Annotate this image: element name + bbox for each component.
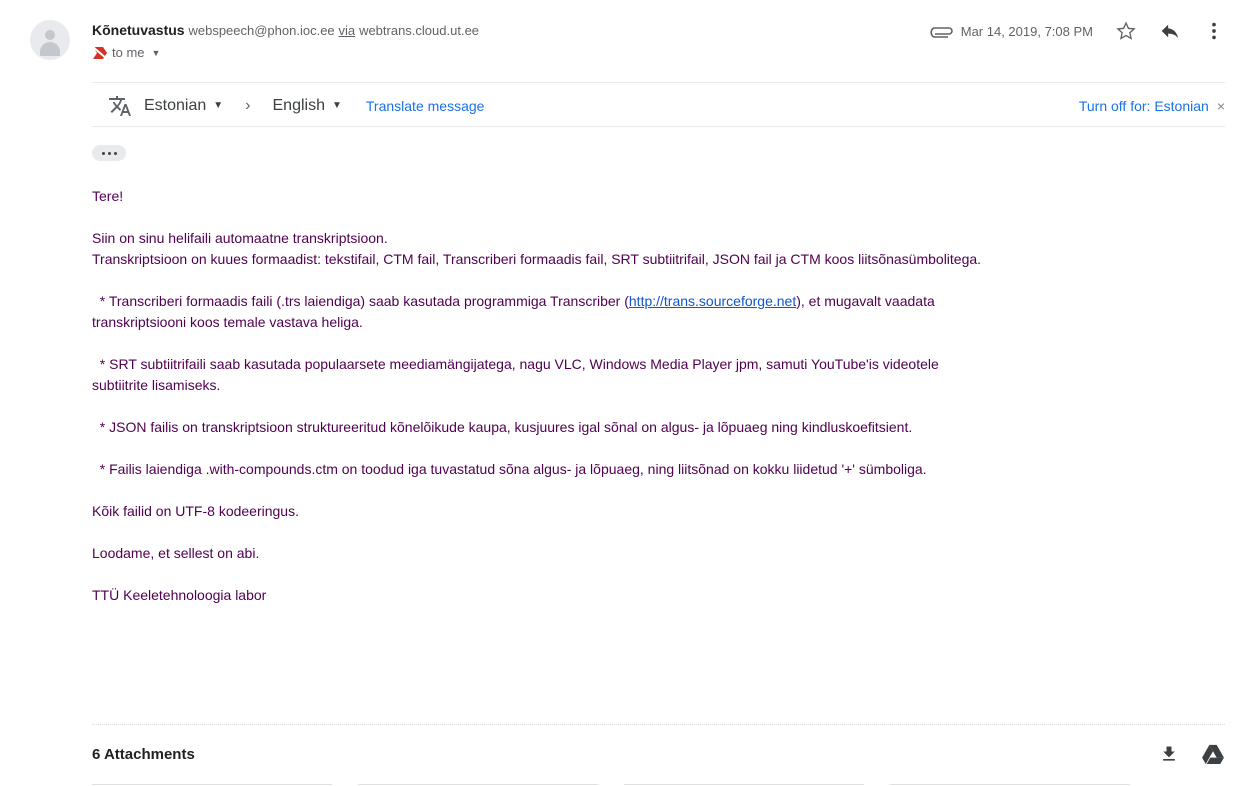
dot bbox=[101, 151, 105, 155]
translate-bar: Estonian ▼ › English ▼ Translate message… bbox=[92, 82, 1225, 127]
sender-line: Kõnetuvastus webspeech@phon.ioc.ee via w… bbox=[92, 21, 479, 40]
bullet-continuation: transkriptsiooni koos temale vastava hel… bbox=[92, 314, 363, 330]
via-link[interactable]: via bbox=[339, 23, 356, 38]
greeting: Tere! bbox=[92, 188, 124, 204]
dot bbox=[113, 151, 117, 155]
sender-avatar[interactable] bbox=[30, 20, 70, 60]
transcriber-link[interactable]: http://trans.sourceforge.net bbox=[629, 293, 796, 309]
bullet-text: * Transcriberi formaadis faili (.trs lai… bbox=[92, 293, 629, 309]
via-domain: webtrans.cloud.ut.ee bbox=[359, 23, 480, 38]
signature: TTÜ Keeletehnoloogia labor bbox=[92, 587, 267, 603]
attachments-divider bbox=[92, 724, 1225, 725]
translate-icon bbox=[109, 95, 131, 116]
chevron-down-icon[interactable]: ▼ bbox=[152, 48, 161, 58]
drive-icon[interactable] bbox=[1201, 742, 1225, 766]
target-language-label: English bbox=[272, 96, 325, 114]
bullet-text: ), et mugavalt vaadata bbox=[796, 293, 935, 309]
dot bbox=[107, 151, 111, 155]
attachments-heading: 6 Attachments bbox=[92, 746, 195, 763]
sender-email: webspeech@phon.ioc.ee bbox=[188, 23, 335, 38]
avatar-head bbox=[45, 30, 55, 40]
bullet-item: * JSON failis on transkriptsioon struktu… bbox=[92, 419, 913, 435]
importance-marker-icon[interactable] bbox=[92, 45, 108, 60]
turn-off-translation-link[interactable]: Turn off for: Estonian bbox=[1079, 98, 1209, 114]
body-line: Kõik failid on UTF-8 kodeeringus. bbox=[92, 503, 299, 519]
attachments-actions bbox=[1157, 742, 1225, 766]
caret-down-icon: ▼ bbox=[213, 100, 224, 111]
body-line: Loodame, et sellest on abi. bbox=[92, 545, 260, 561]
body-line: Transkriptsioon on kuues formaadist: tek… bbox=[92, 251, 982, 267]
recipients-line[interactable]: to me ▼ bbox=[92, 45, 160, 60]
avatar-body bbox=[40, 42, 60, 56]
bullet-item: * Failis laiendiga .with-compounds.ctm o… bbox=[92, 461, 927, 477]
reply-icon[interactable] bbox=[1159, 20, 1181, 42]
caret-down-icon: ▼ bbox=[331, 100, 342, 111]
bullet-item: * SRT subtiitrifaili saab kasutada popul… bbox=[92, 356, 939, 372]
source-language-label: Estonian bbox=[144, 96, 207, 114]
target-language-select[interactable]: English ▼ bbox=[273, 97, 342, 115]
sender-name[interactable]: Kõnetuvastus bbox=[92, 22, 185, 38]
source-language-select[interactable]: Estonian ▼ bbox=[144, 97, 223, 115]
more-vert-icon[interactable] bbox=[1203, 20, 1225, 42]
message-body: Tere! Siin on sinu helifaili automaatne … bbox=[92, 186, 1232, 606]
show-trimmed-content-button[interactable] bbox=[92, 145, 126, 161]
bullet-continuation: subtiitrite lisamiseks. bbox=[92, 377, 221, 393]
translate-off-controls: Turn off for: Estonian × bbox=[1079, 83, 1225, 128]
chevron-right-icon: › bbox=[245, 96, 251, 114]
to-label: to me bbox=[112, 45, 145, 60]
bullet-item: * Transcriberi formaadis faili (.trs lai… bbox=[92, 291, 1232, 312]
message-date: Mar 14, 2019, 7:08 PM bbox=[960, 23, 1093, 39]
translate-message-button[interactable]: Translate message bbox=[366, 98, 485, 114]
paperclip-icon bbox=[930, 27, 953, 38]
message-meta: Mar 14, 2019, 7:08 PM bbox=[929, 18, 1225, 44]
message-header: Kõnetuvastus webspeech@phon.ioc.ee via w… bbox=[92, 18, 1225, 78]
star-icon[interactable] bbox=[1115, 20, 1137, 42]
download-icon[interactable] bbox=[1157, 742, 1181, 766]
close-icon[interactable]: × bbox=[1217, 98, 1225, 114]
body-line: Siin on sinu helifaili automaatne transk… bbox=[92, 230, 388, 246]
translate-controls: Estonian ▼ › English ▼ Translate message bbox=[108, 83, 484, 128]
